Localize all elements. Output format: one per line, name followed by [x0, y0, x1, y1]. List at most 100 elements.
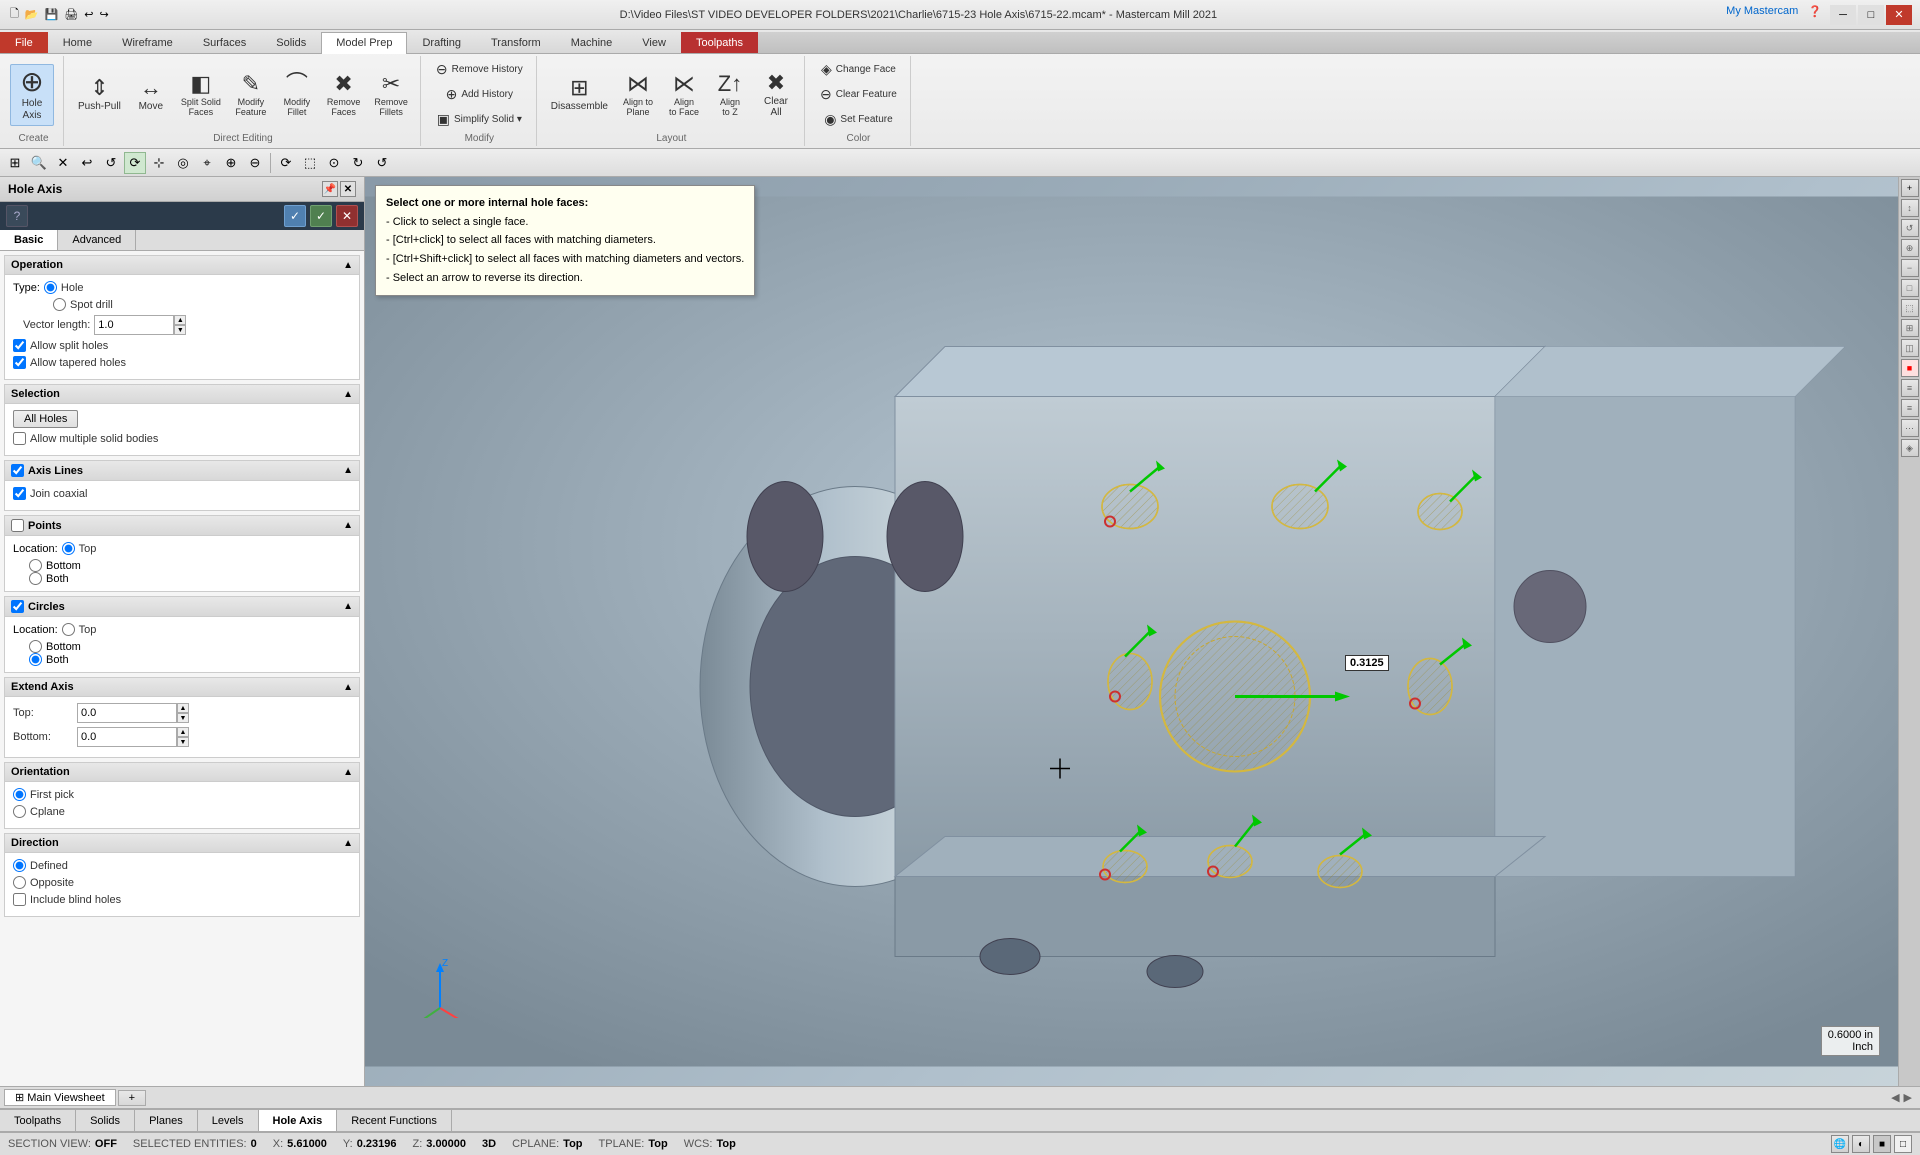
vt-btn-15[interactable]: ↻ — [347, 152, 369, 174]
align-to-face-button[interactable]: ⋉ Alignto Face — [662, 69, 706, 121]
set-feature-button[interactable]: ◉ Set Feature — [817, 108, 899, 131]
allow-multiple-bodies-checkbox[interactable] — [13, 432, 26, 445]
view-8[interactable]: ⋯ — [1901, 419, 1919, 437]
status-icon-3[interactable]: ■ — [1873, 1135, 1891, 1153]
axis-lines-checkbox[interactable] — [11, 464, 24, 477]
join-coaxial-checkbox[interactable] — [13, 487, 26, 500]
vt-btn-1[interactable]: ⊞ — [4, 152, 26, 174]
view-7[interactable]: ≡ — [1901, 399, 1919, 417]
panel-close-button[interactable]: ✕ — [340, 181, 356, 197]
bottom-tab-recent-functions[interactable]: Recent Functions — [337, 1110, 452, 1131]
view-6[interactable]: ≡ — [1901, 379, 1919, 397]
extend-top-down[interactable]: ▼ — [177, 713, 189, 723]
tab-home[interactable]: Home — [48, 32, 107, 53]
view-5[interactable]: ■ — [1901, 359, 1919, 377]
tab-view[interactable]: View — [627, 32, 681, 53]
extend-bottom-input[interactable] — [77, 727, 177, 747]
points-top-radio[interactable] — [62, 542, 75, 555]
disassemble-button[interactable]: ⊞ Disassemble — [545, 73, 614, 116]
points-checkbox[interactable] — [11, 519, 24, 532]
panel-help-button[interactable]: ? — [6, 205, 28, 227]
my-mastercam-link[interactable]: My Mastercam — [1726, 5, 1798, 25]
orientation-first-pick-radio[interactable] — [13, 788, 26, 801]
scroll-right-btn[interactable]: ▶ — [1904, 1091, 1912, 1104]
viewport[interactable]: Select one or more internal hole faces: … — [365, 177, 1920, 1086]
remove-faces-button[interactable]: ✖ RemoveFaces — [321, 69, 367, 121]
vt-btn-8[interactable]: ◎ — [172, 152, 194, 174]
section-points-header[interactable]: Points ▲ — [5, 516, 359, 536]
section-circles-header[interactable]: Circles ▲ — [5, 597, 359, 617]
modify-fillet-button[interactable]: ⌒ ModifyFillet — [275, 69, 319, 121]
extend-top-up[interactable]: ▲ — [177, 703, 189, 713]
allow-split-holes-checkbox[interactable] — [13, 339, 26, 352]
open-icon[interactable]: 📂 — [23, 6, 41, 23]
tab-wireframe[interactable]: Wireframe — [107, 32, 188, 53]
panel-cancel-button[interactable]: ✕ — [336, 205, 358, 227]
section-selection-header[interactable]: Selection ▲ — [5, 385, 359, 404]
view-1[interactable]: □ — [1901, 279, 1919, 297]
redo-icon[interactable]: ↪ — [97, 6, 110, 23]
type-hole-radio[interactable] — [44, 281, 57, 294]
help-icon[interactable]: ❓ — [1808, 5, 1822, 25]
vt-btn-7[interactable]: ⊹ — [148, 152, 170, 174]
view-4[interactable]: ◫ — [1901, 339, 1919, 357]
align-to-z-button[interactable]: Z↑ Alignto Z — [708, 69, 752, 121]
maximize-button[interactable]: □ — [1858, 5, 1884, 25]
points-bottom-radio[interactable] — [29, 559, 42, 572]
circles-checkbox[interactable] — [11, 600, 24, 613]
tab-advanced[interactable]: Advanced — [58, 230, 136, 250]
view-pan-button[interactable]: ⊕ — [1901, 239, 1919, 257]
clear-all-button[interactable]: ✖ ClearAll — [754, 68, 798, 122]
view-fit-button[interactable]: + — [1901, 179, 1919, 197]
vt-btn-16[interactable]: ↺ — [371, 152, 393, 174]
panel-pin-button[interactable]: 📌 — [322, 181, 338, 197]
direction-defined-radio[interactable] — [13, 859, 26, 872]
scroll-left-btn[interactable]: ◀ — [1891, 1091, 1899, 1104]
extend-bottom-up[interactable]: ▲ — [177, 727, 189, 737]
vt-btn-12[interactable]: ⟳ — [275, 152, 297, 174]
tab-transform[interactable]: Transform — [476, 32, 556, 53]
clear-feature-button[interactable]: ⊖ Clear Feature — [813, 83, 904, 106]
tab-machine[interactable]: Machine — [556, 32, 628, 53]
move-button[interactable]: ↔ Move — [129, 73, 173, 116]
add-history-button[interactable]: ⊕ Add History — [439, 83, 520, 106]
vt-btn-11[interactable]: ⊖ — [244, 152, 266, 174]
bottom-tab-planes[interactable]: Planes — [135, 1110, 198, 1131]
simplify-solid-button[interactable]: ▣ Simplify Solid ▾ — [430, 108, 529, 131]
view-2[interactable]: ⬚ — [1901, 299, 1919, 317]
circles-top-radio[interactable] — [62, 623, 75, 636]
vt-btn-9[interactable]: ⌖ — [196, 152, 218, 174]
push-pull-button[interactable]: ⇕ Push-Pull — [72, 73, 127, 116]
view-zoom-in-button[interactable]: ↕ — [1901, 199, 1919, 217]
points-both-radio[interactable] — [29, 572, 42, 585]
view-zoom-out-button[interactable]: − — [1901, 259, 1919, 277]
section-orientation-header[interactable]: Orientation ▲ — [5, 763, 359, 782]
direction-opposite-radio[interactable] — [13, 876, 26, 889]
vt-btn-6[interactable]: ⟳ — [124, 152, 146, 174]
section-direction-header[interactable]: Direction ▲ — [5, 834, 359, 853]
vector-length-up[interactable]: ▲ — [174, 315, 186, 325]
view-9[interactable]: ◈ — [1901, 439, 1919, 457]
save-icon[interactable]: 💾 — [43, 6, 61, 23]
vector-length-down[interactable]: ▼ — [174, 325, 186, 335]
all-holes-button[interactable]: All Holes — [13, 410, 78, 428]
modify-feature-button[interactable]: ✎ ModifyFeature — [229, 69, 273, 121]
tab-file[interactable]: File — [0, 32, 48, 53]
section-extend-axis-header[interactable]: Extend Axis ▲ — [5, 678, 359, 697]
vt-btn-14[interactable]: ⊙ — [323, 152, 345, 174]
remove-history-button[interactable]: ⊖ Remove History — [429, 58, 530, 81]
vt-btn-2[interactable]: 🔍 — [28, 152, 50, 174]
bottom-tab-solids[interactable]: Solids — [76, 1110, 135, 1131]
tab-drafting[interactable]: Drafting — [407, 32, 476, 53]
allow-tapered-holes-checkbox[interactable] — [13, 356, 26, 369]
split-solid-faces-button[interactable]: ◧ Split SolidFaces — [175, 69, 227, 121]
circles-bottom-radio[interactable] — [29, 640, 42, 653]
bottom-tab-hole-axis[interactable]: Hole Axis — [259, 1110, 338, 1131]
status-icon-2[interactable]: ◐ — [1852, 1135, 1870, 1153]
extend-bottom-down[interactable]: ▼ — [177, 737, 189, 747]
status-icon-1[interactable]: 🌐 — [1831, 1135, 1849, 1153]
new-icon[interactable]: 🗋 — [8, 3, 21, 26]
status-icon-4[interactable]: □ — [1894, 1135, 1912, 1153]
section-operation-header[interactable]: Operation ▲ — [5, 256, 359, 275]
vs-tab-main[interactable]: ⊞ Main Viewsheet — [4, 1089, 116, 1106]
